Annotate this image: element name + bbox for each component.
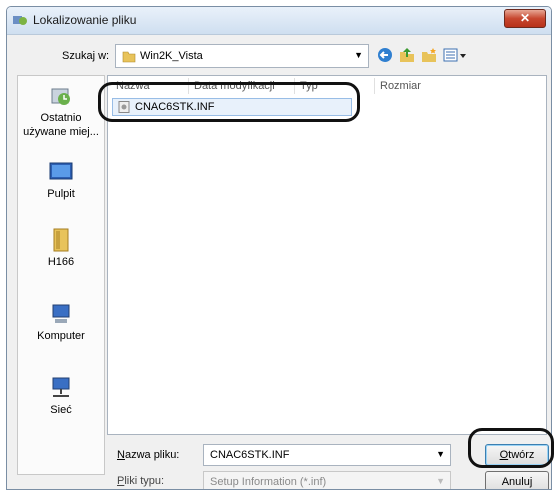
file-open-dialog: Lokalizowanie pliku ✕ Szukaj w: Win2K_Vi…	[6, 6, 552, 490]
recent-places-icon	[51, 88, 70, 105]
highlight-callout-open-button	[468, 428, 554, 468]
views-menu-icon[interactable]	[443, 47, 467, 63]
title-bar[interactable]: Lokalizowanie pliku ✕	[7, 7, 551, 35]
place-recent[interactable]: Ostatnio używane miej...	[18, 84, 104, 139]
filename-input[interactable]: CNAC6STK.INF ▼	[203, 444, 451, 466]
column-header-size[interactable]: Rozmiar	[380, 80, 421, 92]
place-network[interactable]: Sieć	[18, 376, 104, 417]
place-desktop[interactable]: Pulpit	[18, 160, 104, 201]
desktop-icon	[49, 162, 73, 180]
user-folder-icon	[53, 228, 69, 252]
close-icon: ✕	[519, 11, 531, 25]
look-in-value: Win2K_Vista	[140, 50, 203, 62]
highlight-callout-file	[98, 82, 360, 122]
place-label: Pulpit	[47, 188, 75, 200]
network-icon	[52, 377, 70, 397]
chevron-down-icon: ▼	[436, 476, 445, 486]
chevron-down-icon[interactable]: ▼	[436, 449, 445, 459]
filename-label: Nazwa pliku:	[117, 449, 180, 461]
place-label: Ostatnio używane miej...	[23, 112, 99, 138]
new-folder-icon[interactable]	[421, 47, 437, 63]
back-arrow-icon[interactable]	[377, 47, 393, 63]
places-bar: Ostatnio używane miej... Pulpit H166 Kom…	[17, 75, 105, 475]
computer-icon	[52, 304, 70, 323]
place-label: Komputer	[37, 330, 85, 342]
file-list[interactable]: Nazwa Data modyfikacji Typ Rozmiar CNAC6…	[107, 75, 547, 435]
place-label: H166	[47, 256, 75, 268]
place-label: Sieć	[50, 404, 72, 416]
application-icon	[13, 16, 27, 25]
folder-icon	[122, 51, 136, 63]
up-folder-icon[interactable]	[399, 47, 415, 63]
look-in-dropdown[interactable]: Win2K_Vista ▼	[115, 44, 369, 68]
cancel-button[interactable]: Anuluj	[485, 471, 549, 489]
place-computer[interactable]: Komputer	[18, 302, 104, 343]
chevron-down-icon: ▼	[354, 50, 363, 60]
look-in-label: Szukaj w:	[62, 50, 110, 62]
window-title: Lokalizowanie pliku	[33, 13, 137, 27]
place-user-folder[interactable]: H166	[18, 228, 104, 269]
column-divider	[374, 78, 375, 94]
filetype-label: Pliki typu:	[117, 475, 165, 487]
filetype-dropdown: Setup Information (*.inf) ▼	[203, 471, 451, 489]
close-button[interactable]: ✕	[504, 9, 546, 28]
filename-value: CNAC6STK.INF	[210, 449, 290, 461]
filetype-value: Setup Information (*.inf)	[210, 476, 327, 488]
